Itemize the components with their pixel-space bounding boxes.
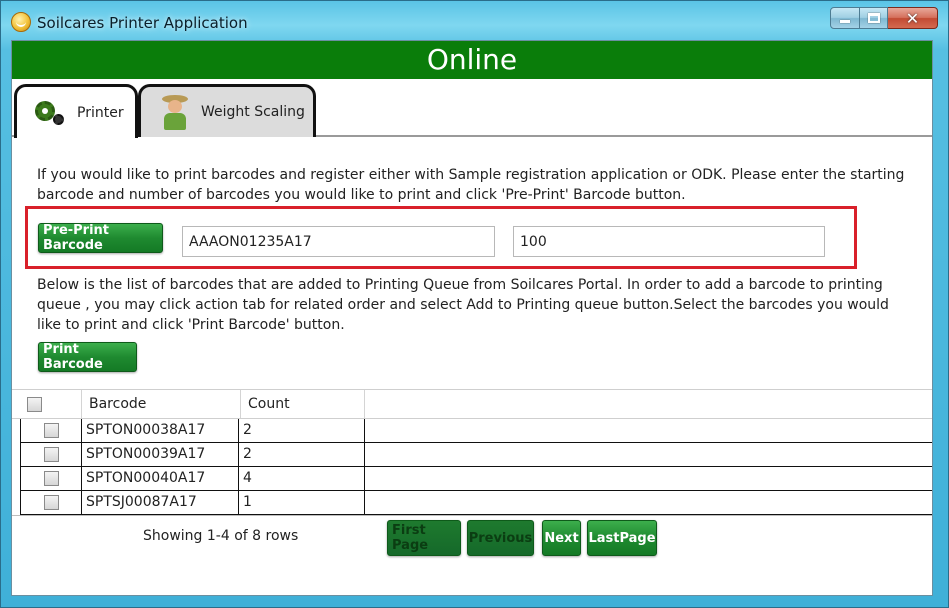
printer-tab-content: If you would like to print barcodes and … — [12, 139, 932, 597]
row-checkbox[interactable] — [44, 447, 59, 462]
count-cell: 2 — [239, 419, 365, 442]
count-cell: 2 — [239, 443, 365, 466]
client-area: Online Printer Weight Scaling If you wou… — [11, 40, 933, 596]
app-window: Soilcares Printer Application ✕ Online P… — [0, 0, 949, 608]
pre-print-barcode-button[interactable]: Pre-Print Barcode — [38, 223, 163, 253]
select-all-checkbox[interactable] — [27, 397, 42, 412]
barcode-cell: SPTON00039A17 — [82, 443, 239, 466]
count-cell: 4 — [239, 467, 365, 490]
maximize-button[interactable] — [860, 7, 888, 29]
last-page-button[interactable]: LastPage — [587, 520, 657, 556]
table-row[interactable]: SPTON00038A17 2 — [20, 419, 932, 443]
column-header-count[interactable]: Count — [241, 390, 365, 418]
row-checkbox[interactable] — [44, 495, 59, 510]
table-row[interactable]: SPTON00039A17 2 — [20, 443, 932, 467]
pagination-summary: Showing 1-4 of 8 rows — [143, 528, 299, 544]
window-title: Soilcares Printer Application — [37, 14, 248, 32]
print-barcode-button[interactable]: Print Barcode — [38, 342, 137, 372]
tab-printer[interactable]: Printer — [14, 84, 138, 138]
app-logo-icon — [11, 12, 31, 32]
queue-instructions: Below is the list of barcodes that are a… — [37, 277, 889, 333]
column-header-barcode[interactable]: Barcode — [82, 390, 241, 418]
barcode-queue-table: Barcode Count SPTON00038A17 2 SPTON00039… — [12, 389, 932, 516]
title-bar[interactable]: Soilcares Printer Application ✕ — [1, 1, 948, 41]
tab-printer-label: Printer — [77, 104, 124, 121]
connection-status-banner: Online — [12, 41, 932, 79]
tab-strip: Printer Weight Scaling — [12, 81, 932, 138]
select-all-cell — [12, 390, 82, 418]
gears-icon — [33, 98, 69, 128]
preprint-instructions: If you would like to print barcodes and … — [37, 167, 905, 203]
barcode-count-input[interactable] — [513, 226, 825, 257]
window-controls: ✕ — [830, 7, 938, 29]
minimize-button[interactable] — [830, 7, 860, 29]
table-row[interactable]: SPTON00040A17 4 — [20, 467, 932, 491]
row-checkbox[interactable] — [44, 423, 59, 438]
previous-page-button[interactable]: Previous — [467, 520, 534, 556]
farmer-icon — [159, 94, 191, 130]
next-page-button[interactable]: Next — [542, 520, 581, 556]
barcode-cell: SPTON00040A17 — [82, 467, 239, 490]
barcode-cell: SPTSJ00087A17 — [82, 491, 239, 514]
tab-weight-scaling-label: Weight Scaling — [201, 104, 305, 120]
table-header: Barcode Count — [12, 389, 932, 419]
close-button[interactable]: ✕ — [888, 7, 938, 29]
minimize-icon — [840, 20, 850, 23]
start-barcode-input[interactable] — [182, 226, 495, 257]
tab-weight-scaling[interactable]: Weight Scaling — [138, 84, 316, 137]
table-row[interactable]: SPTSJ00087A17 1 — [20, 491, 932, 515]
first-page-button[interactable]: First Page — [387, 520, 461, 556]
table-bottom-border — [12, 515, 932, 516]
close-icon: ✕ — [905, 8, 920, 28]
barcode-cell: SPTON00038A17 — [82, 419, 239, 442]
count-cell: 1 — [239, 491, 365, 514]
maximize-icon — [867, 13, 880, 23]
row-checkbox[interactable] — [44, 471, 59, 486]
